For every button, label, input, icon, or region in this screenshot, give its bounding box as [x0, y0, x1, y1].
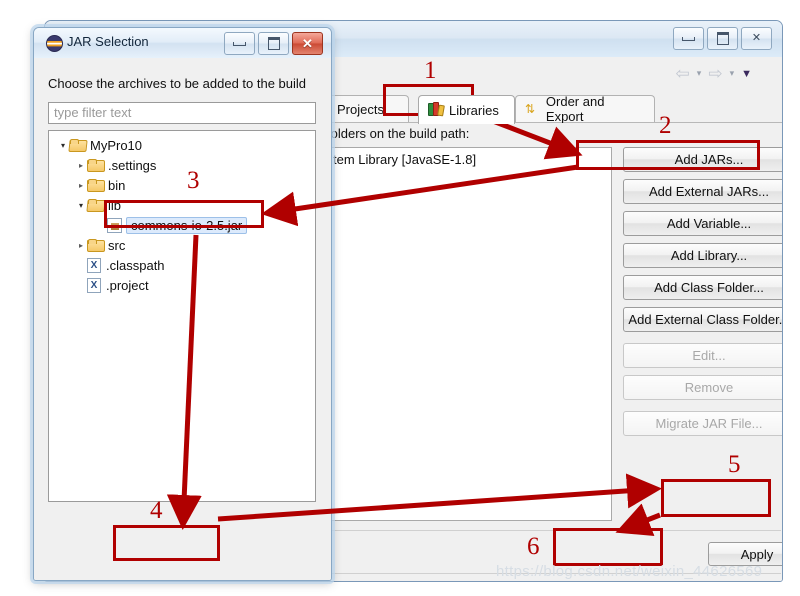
tree-node-src[interactable]: ▸ src — [49, 235, 315, 255]
chevron-down-icon[interactable]: ▾ — [57, 141, 69, 150]
migrate-jar-file-button: Migrate JAR File... — [623, 411, 782, 436]
minimize-icon — [233, 41, 246, 46]
forward-dropdown-caret-icon[interactable]: ▾ — [730, 68, 735, 79]
tab-order-label: Order and Export — [545, 94, 605, 124]
chevron-right-icon[interactable]: ▸ — [75, 241, 87, 250]
minimize-icon — [682, 36, 695, 41]
forward-arrow-icon[interactable]: ⇨ — [708, 65, 722, 82]
tree-node-label: src — [108, 237, 126, 253]
maximize-button[interactable] — [707, 27, 738, 50]
remove-button: Remove — [623, 375, 782, 400]
tree-node-commons-io-jar[interactable]: commons-io-2.5.jar — [49, 215, 315, 235]
tree-node-classpath[interactable]: X .classpath — [49, 255, 315, 275]
tab-projects[interactable]: Projects — [327, 95, 409, 122]
archive-tree[interactable]: ▾ MyPro10 ▸ .settings ▸ bin ▾ lib common… — [48, 130, 316, 502]
jar-dialog-window-controls: ✕ — [224, 32, 323, 55]
add-external-jars-button[interactable]: Add External JARs... — [623, 179, 782, 204]
folder-icon — [87, 198, 104, 212]
build-path-button-column: Add JARs... Add External JARs... Add Var… — [623, 147, 782, 443]
jar-dialog-title: JAR Selection — [67, 34, 149, 49]
tree-node-mypro10[interactable]: ▾ MyPro10 — [49, 135, 315, 155]
add-external-class-folder-button[interactable]: Add External Class Folder... — [623, 307, 782, 332]
jar-selection-dialog: JAR Selection ✕ Choose the archives to b… — [33, 27, 332, 581]
tree-node-label: lib — [108, 197, 122, 213]
chevron-right-icon[interactable]: ▸ — [75, 161, 87, 170]
order-export-icon: ⇅ — [525, 102, 536, 116]
tree-node-label: bin — [108, 177, 126, 193]
minimize-button[interactable] — [673, 27, 704, 50]
maximize-icon — [267, 37, 280, 50]
close-button[interactable]: ✕ — [741, 27, 772, 50]
project-folder-icon — [69, 138, 86, 152]
tree-node-label: commons-io-2.5.jar — [126, 216, 248, 234]
tree-node-lib[interactable]: ▾ lib — [49, 195, 315, 215]
list-item[interactable]: tem Library [JavaSE-1.8] — [327, 148, 611, 171]
jar-dialog-body: Choose the archives to be added to the b… — [34, 58, 331, 580]
back-dropdown-caret-icon[interactable]: ▾ — [697, 68, 702, 79]
add-class-folder-button[interactable]: Add Class Folder... — [623, 275, 782, 300]
add-variable-button[interactable]: Add Variable... — [623, 211, 782, 236]
tree-node-project[interactable]: X .project — [49, 275, 315, 295]
xml-file-icon: X — [87, 277, 101, 293]
tab-libraries[interactable]: Libraries — [418, 95, 515, 124]
tab-order-and-export[interactable]: ⇅ Order and Export — [515, 94, 655, 124]
watermark: https://blog.csdn.net/weixin_44626569 — [496, 563, 763, 580]
edit-button: Edit... — [623, 343, 782, 368]
jar-close-button[interactable]: ✕ — [292, 32, 323, 55]
jar-dialog-titlebar: JAR Selection ✕ — [34, 28, 331, 59]
close-icon: ✕ — [302, 36, 313, 51]
folder-icon — [87, 158, 105, 172]
filter-input[interactable]: type filter text — [48, 102, 316, 124]
tree-node-label: .project — [106, 277, 149, 293]
add-library-button[interactable]: Add Library... — [623, 243, 782, 268]
folder-icon — [87, 178, 105, 192]
tree-node-label: .settings — [108, 157, 157, 173]
chevron-down-icon[interactable]: ▾ — [75, 201, 87, 210]
tree-node-bin[interactable]: ▸ bin — [49, 175, 315, 195]
jar-dialog-prompt: Choose the archives to be added to the b… — [48, 76, 307, 91]
menu-caret-icon[interactable]: ▼ — [741, 68, 752, 80]
maximize-icon — [716, 32, 729, 45]
navigation-icons: ⇦ ▾ ⇨ ▾ ▼ — [676, 65, 752, 82]
tree-node-label: .classpath — [106, 257, 165, 273]
tree-node-label: MyPro10 — [90, 137, 143, 153]
close-icon: ✕ — [751, 32, 762, 44]
books-icon — [428, 102, 445, 117]
chevron-right-icon[interactable]: ▸ — [75, 181, 87, 190]
eclipse-icon — [46, 35, 63, 52]
tab-libraries-label: Libraries — [449, 102, 499, 118]
build-path-window-controls: ✕ — [673, 27, 772, 50]
jar-maximize-button[interactable] — [258, 32, 289, 55]
xml-file-icon: X — [87, 257, 101, 273]
tab-projects-label: Projects — [337, 101, 384, 117]
classpath-entries-list[interactable]: tem Library [JavaSE-1.8] — [327, 147, 612, 521]
folder-icon — [87, 238, 105, 252]
jar-icon — [107, 217, 122, 233]
tree-node-settings[interactable]: ▸ .settings — [49, 155, 315, 175]
jar-minimize-button[interactable] — [224, 32, 255, 55]
back-arrow-icon[interactable]: ⇦ — [676, 65, 690, 82]
add-jars-button[interactable]: Add JARs... — [623, 147, 782, 172]
